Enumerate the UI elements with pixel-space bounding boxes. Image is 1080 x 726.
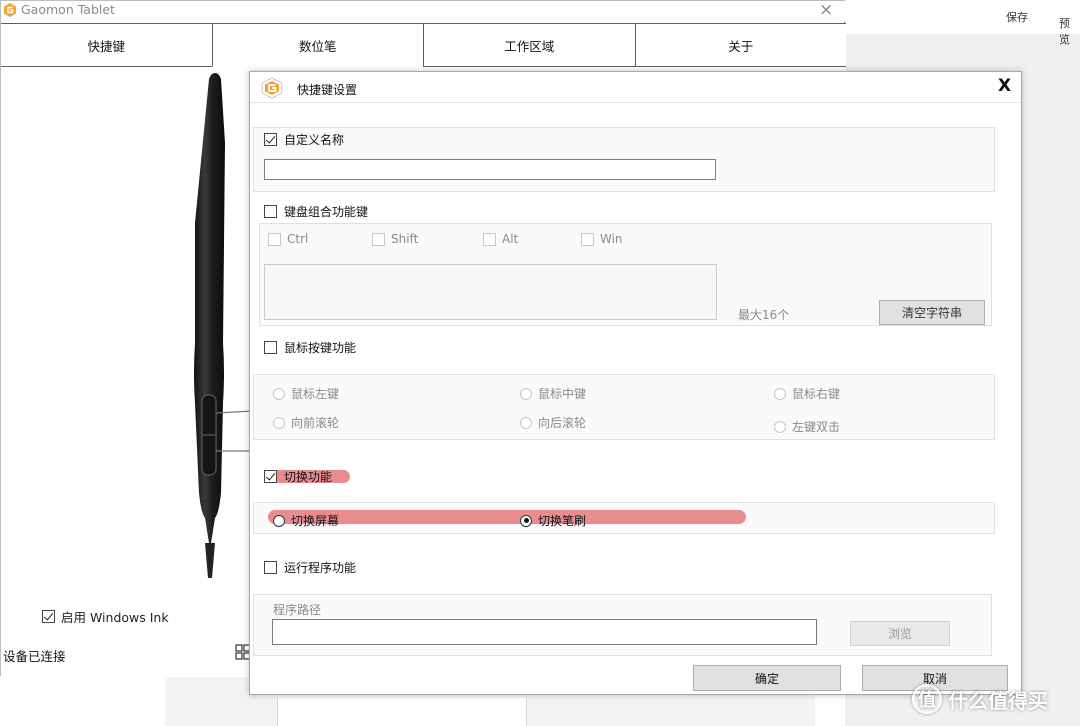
window-titlebar: Gaomon Tablet × [1,0,846,21]
background-app-toolbar [845,0,1080,34]
pen-tip-shape [205,543,215,578]
window-close-icon[interactable]: × [819,0,833,20]
shift-label: Shift [391,232,419,246]
tab-pen[interactable]: 数位笔 [211,23,423,67]
ok-button[interactable]: 确定 [693,665,841,691]
keyboard-combo-checkbox[interactable] [264,205,277,218]
mouse-left-label: 鼠标左键 [291,387,340,401]
scroll-forward-option[interactable]: 向前滚轮 [273,414,339,431]
run-program-label: 运行程序功能 [284,561,357,575]
windows-ink-option[interactable]: 启用 Windows Ink [42,607,169,626]
mouse-button-checkbox[interactable] [264,341,277,354]
site-watermark: 值 什么值得买 [912,684,1048,714]
mouse-right-label: 鼠标右键 [792,387,841,401]
scroll-backward-option[interactable]: 向后滚轮 [520,414,586,431]
left-double-click-option[interactable]: 左键双击 [774,418,840,435]
custom-name-label: 自定义名称 [284,133,345,147]
windows-ink-label: 启用 Windows Ink [61,610,169,625]
gaomon-logo-icon [4,3,16,17]
tab-shortcuts[interactable]: 快捷键 [1,23,212,67]
keyboard-combo-option[interactable]: 键盘组合功能键 [264,203,368,220]
shift-option[interactable]: Shift [372,232,418,246]
scroll-backward-radio[interactable] [520,416,532,429]
mouse-right-radio[interactable] [774,387,786,400]
left-double-click-label: 左键双击 [792,420,841,434]
windows-ink-checkbox[interactable] [42,610,55,623]
watermark-text: 什么值得买 [948,688,1048,713]
browse-button[interactable]: 浏览 [850,621,950,646]
switch-screen-radio[interactable] [273,514,285,527]
dialog-close-button[interactable]: X [998,76,1011,96]
switch-brush-radio[interactable] [520,514,532,527]
mouse-middle-label: 鼠标中键 [538,387,587,401]
switch-brush-label: 切换笔刷 [538,514,587,528]
mouse-middle-radio[interactable] [520,387,532,400]
switch-function-label: 切换功能 [284,470,333,484]
switch-screen-option[interactable]: 切换屏幕 [273,512,339,529]
win-checkbox[interactable] [581,232,594,246]
device-status-text: 设备已连接 [3,649,66,664]
background-save-button[interactable]: 保存 [1006,9,1028,25]
gaomon-logo-icon [261,78,283,98]
scroll-forward-radio[interactable] [273,416,285,429]
alt-label: Alt [502,232,519,246]
win-option[interactable]: Win [581,232,623,246]
left-double-click-radio[interactable] [774,420,786,433]
program-path-label: 程序路径 [273,603,322,617]
ctrl-label: Ctrl [287,232,309,246]
run-program-checkbox[interactable] [264,561,277,574]
shift-checkbox[interactable] [372,232,385,246]
scroll-forward-label: 向前滚轮 [291,416,340,430]
alt-option[interactable]: Alt [483,232,518,246]
dialog-title-divider [250,102,1021,103]
mouse-button-label: 鼠标按键功能 [284,341,357,355]
switch-brush-option[interactable]: 切换笔刷 [520,512,586,529]
ctrl-option[interactable]: Ctrl [268,232,308,246]
custom-name-checkbox[interactable] [264,133,277,146]
scroll-backward-label: 向后滚轮 [538,416,587,430]
mouse-right-option[interactable]: 鼠标右键 [774,385,840,402]
mouse-left-option[interactable]: 鼠标左键 [273,385,339,402]
alt-checkbox[interactable] [483,232,496,246]
clear-string-button[interactable]: 清空字符串 [879,300,985,325]
mouse-middle-option[interactable]: 鼠标中键 [520,385,586,402]
mouse-button-option[interactable]: 鼠标按键功能 [264,339,356,356]
switch-options-highlight [268,510,746,524]
custom-name-input[interactable] [264,159,716,180]
custom-name-option[interactable]: 自定义名称 [264,131,344,148]
ctrl-checkbox[interactable] [268,232,281,246]
keyboard-combo-textarea[interactable] [264,264,717,320]
win-label: Win [600,232,623,246]
keyboard-combo-label: 键盘组合功能键 [284,205,369,219]
run-program-option[interactable]: 运行程序功能 [264,559,356,576]
program-path-input[interactable] [272,619,817,645]
tab-bar: 快捷键 数位笔 工作区域 关于 [1,23,846,67]
tab-about[interactable]: 关于 [634,23,846,67]
background-preview-button[interactable]: 预览 [1059,15,1080,47]
max-chars-hint: 最大16个 [738,308,790,322]
switch-screen-label: 切换屏幕 [291,514,340,528]
mouse-left-radio[interactable] [273,387,285,400]
dialog-title: 快捷键设置 [297,83,358,97]
switch-function-checkbox[interactable] [264,470,277,483]
window-title: Gaomon Tablet [21,2,115,17]
watermark-logo-icon: 值 [912,684,942,714]
switch-function-option[interactable]: 切换功能 [264,468,332,485]
mouse-button-group [253,374,995,440]
tab-work-area[interactable]: 工作区域 [423,23,635,67]
